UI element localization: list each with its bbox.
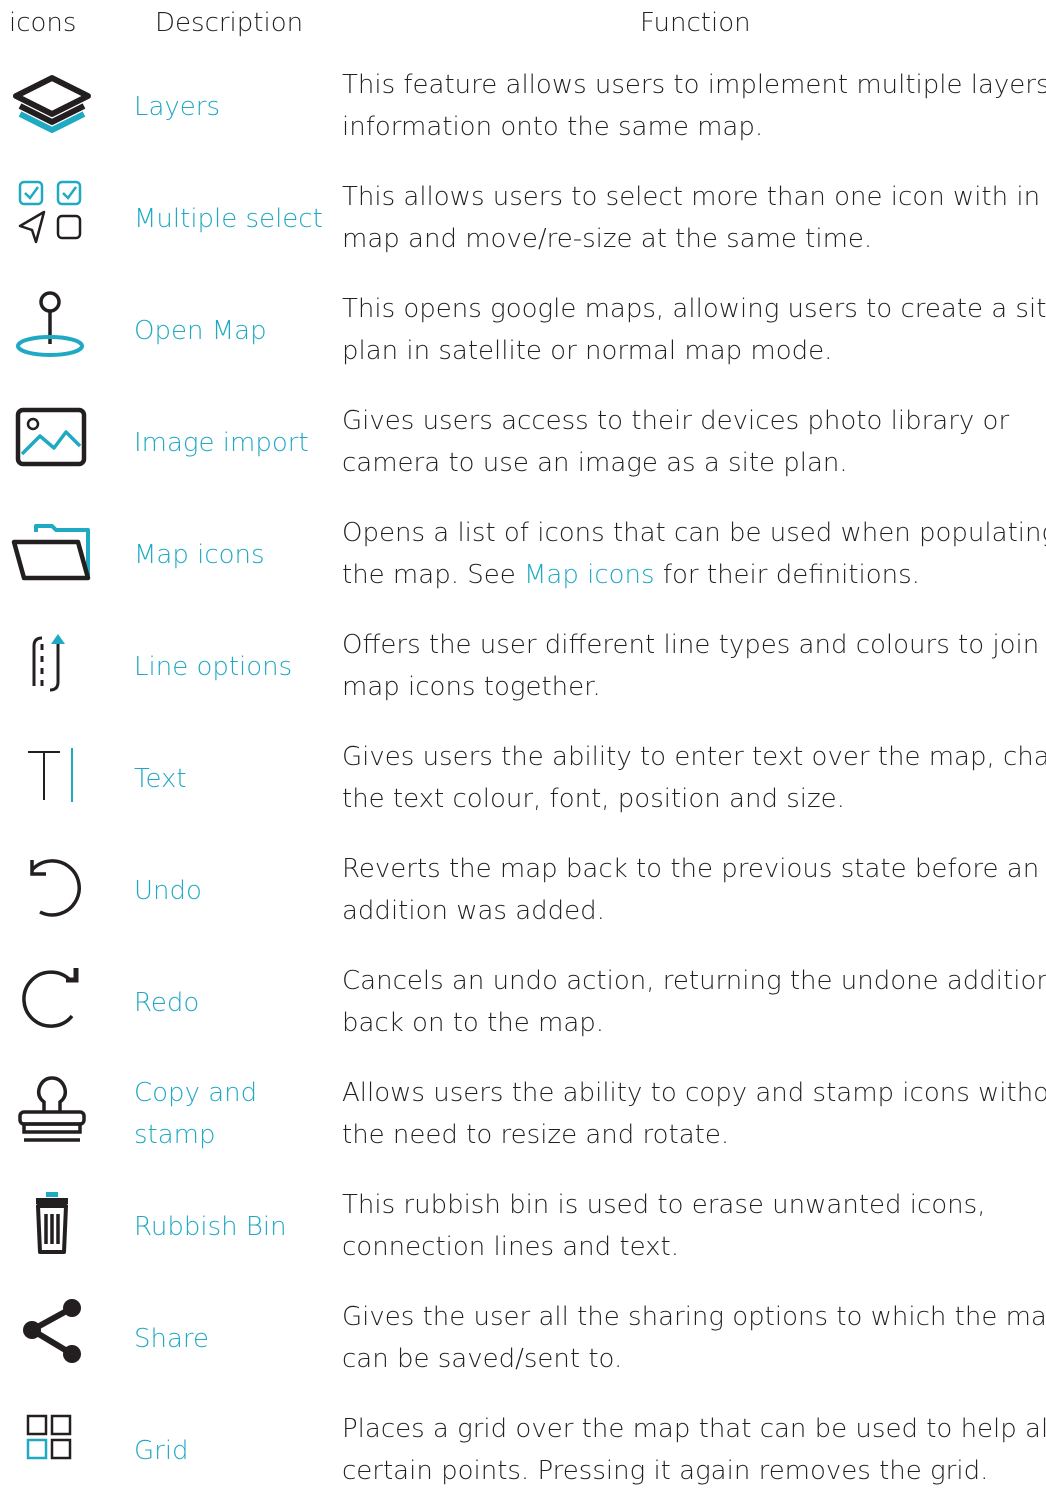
label-grid: Grid bbox=[134, 1436, 189, 1466]
table-row-rubbish-bin: Rubbish Bin This rubbish bin is used to … bbox=[0, 1172, 1046, 1284]
table-row-line-options: Line options Offers the user different l… bbox=[0, 612, 1046, 724]
label-line-options: Line options bbox=[134, 652, 293, 682]
label-open-map: Open Map bbox=[134, 316, 267, 346]
share-icon bbox=[8, 1288, 96, 1376]
label-rubbish-bin: Rubbish Bin bbox=[134, 1212, 287, 1242]
table-row-text: Text Gives users the ability to enter te… bbox=[0, 724, 1046, 836]
table-row-grid: Grid Places a grid over the map that can… bbox=[0, 1396, 1046, 1508]
table-row-image-import: Image import Gives users access to their… bbox=[0, 388, 1046, 500]
grid-icon bbox=[8, 1400, 96, 1488]
table-row-redo: Redo Cancels an undo action, returning t… bbox=[0, 948, 1046, 1060]
label-redo: Redo bbox=[134, 988, 200, 1018]
column-header-function: Function bbox=[640, 8, 751, 38]
table-row-multiple-select: Multiple select This allows users to sel… bbox=[0, 164, 1046, 276]
table-row-copy-and-stamp: Copy and stamp Allows users the ability … bbox=[0, 1060, 1046, 1172]
function-rubbish-bin: This rubbish bin is used to erase unwant… bbox=[342, 1190, 986, 1262]
text-cursor-icon bbox=[8, 728, 96, 816]
function-open-map: This opens google maps, allowing users t… bbox=[342, 294, 1046, 366]
label-copy-and-stamp: Copy and stamp bbox=[134, 1078, 258, 1150]
label-image-import: Image import bbox=[134, 428, 309, 458]
line-options-icon bbox=[8, 616, 96, 704]
image-icon bbox=[8, 392, 96, 480]
stamp-icon bbox=[8, 1064, 96, 1152]
table-row-undo: Undo Reverts the map back to the previou… bbox=[0, 836, 1046, 948]
function-undo: Reverts the map back to the previous sta… bbox=[342, 854, 1040, 926]
table-row-map-icons: Map icons Opens a list of icons that can… bbox=[0, 500, 1046, 612]
function-grid: Places a grid over the map that can be u… bbox=[342, 1414, 1046, 1486]
column-header-icons: icons bbox=[9, 8, 77, 38]
label-map-icons: Map icons bbox=[134, 540, 265, 570]
function-line-options: Offers the user different line types and… bbox=[342, 630, 1046, 702]
table-row-layers: Layers This feature allows users to impl… bbox=[0, 52, 1046, 164]
function-copy-and-stamp: Allows users the ability to copy and sta… bbox=[342, 1078, 1046, 1150]
function-redo: Cancels an undo action, returning the un… bbox=[342, 966, 1046, 1038]
label-undo: Undo bbox=[134, 876, 202, 906]
function-multiple-select: This allows users to select more than on… bbox=[342, 182, 1046, 254]
function-image-import: Gives users access to their devices phot… bbox=[342, 406, 1010, 478]
label-text: Text bbox=[134, 764, 187, 794]
function-text: Gives users the ability to enter text ov… bbox=[342, 742, 1046, 814]
table-row-share: Share Gives the user all the sharing opt… bbox=[0, 1284, 1046, 1396]
column-header-description: Description bbox=[155, 8, 304, 38]
multiple-select-icon bbox=[8, 168, 96, 256]
layers-icon bbox=[8, 56, 96, 144]
undo-icon bbox=[8, 840, 96, 928]
function-share: Gives the user all the sharing options t… bbox=[342, 1302, 1046, 1374]
map-icons-link[interactable]: Map icons bbox=[524, 560, 655, 590]
function-map-icons: Opens a list of icons that can be used w… bbox=[342, 518, 1046, 590]
table-row-open-map: Open Map This opens google maps, allowin… bbox=[0, 276, 1046, 388]
function-layers: This feature allows users to implement m… bbox=[342, 70, 1046, 142]
label-share: Share bbox=[134, 1324, 210, 1354]
label-multiple-select: Multiple select bbox=[134, 204, 323, 234]
folder-icon bbox=[8, 504, 96, 592]
redo-icon bbox=[8, 952, 96, 1040]
label-layers: Layers bbox=[134, 92, 221, 122]
trash-icon bbox=[8, 1176, 96, 1264]
map-pin-icon bbox=[8, 280, 96, 368]
